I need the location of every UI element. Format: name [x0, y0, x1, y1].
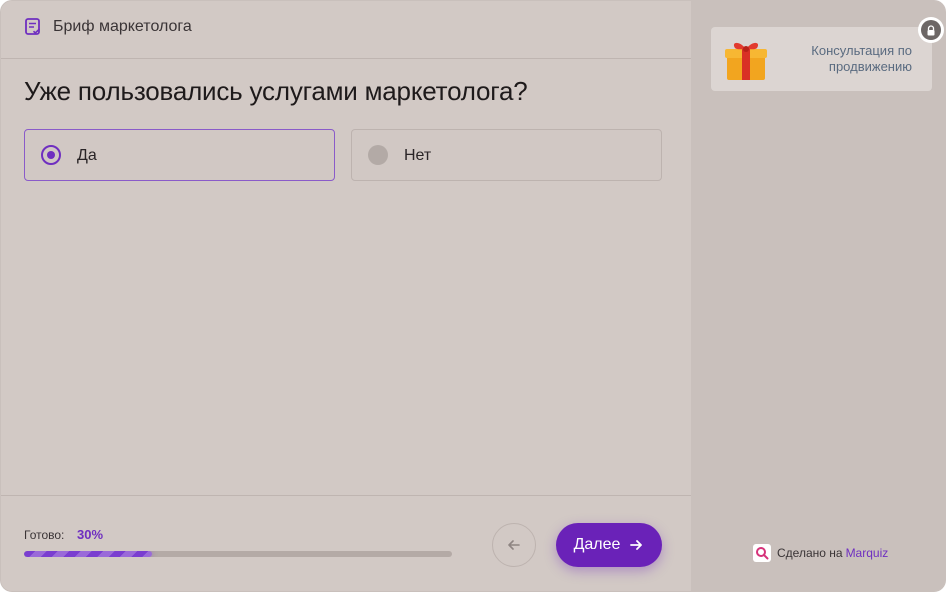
quiz-footer: Готово: 30% Далее — [1, 495, 691, 591]
quiz-header: Бриф маркетолога — [1, 1, 691, 59]
quiz-sidebar: Консультация по продвижению Сделано на M… — [691, 1, 945, 591]
quiz-title: Бриф маркетолога — [53, 18, 192, 35]
answer-option-yes[interactable]: Да — [24, 129, 335, 181]
progress-bar — [24, 551, 452, 557]
marquiz-logo-icon — [753, 544, 771, 562]
radio-selected-icon — [41, 145, 61, 165]
answer-label: Да — [77, 147, 97, 164]
lock-icon — [927, 24, 935, 35]
answer-label: Нет — [404, 147, 432, 164]
question-text: Уже пользовались услугами маркетолога? — [24, 76, 528, 106]
progress-fill — [24, 551, 153, 557]
made-with-brand: Marquiz — [845, 546, 889, 560]
arrow-left-icon — [508, 540, 520, 550]
progress-label: Готово: — [24, 528, 65, 542]
lock-badge — [918, 17, 944, 43]
arrow-right-icon — [630, 540, 643, 550]
next-button[interactable]: Далее — [556, 523, 662, 567]
next-button-label: Далее — [573, 536, 621, 553]
back-button[interactable] — [492, 523, 536, 567]
answer-option-no[interactable]: Нет — [351, 129, 662, 181]
gift-icon — [725, 42, 767, 80]
radio-unselected-icon — [368, 145, 388, 165]
quiz-window: Бриф маркетолога Уже пользовались услуга… — [0, 0, 946, 592]
checklist-icon — [25, 18, 41, 35]
made-with-prefix: Сделано на — [777, 546, 843, 560]
made-with-link[interactable]: Сделано на Marquiz — [753, 544, 888, 562]
progress-value: 30% — [77, 527, 104, 542]
bonus-card: Консультация по продвижению — [711, 27, 932, 91]
quiz-main-panel: Бриф маркетолога Уже пользовались услуга… — [1, 1, 691, 591]
bonus-text: Консультация по продвижению — [811, 43, 912, 74]
